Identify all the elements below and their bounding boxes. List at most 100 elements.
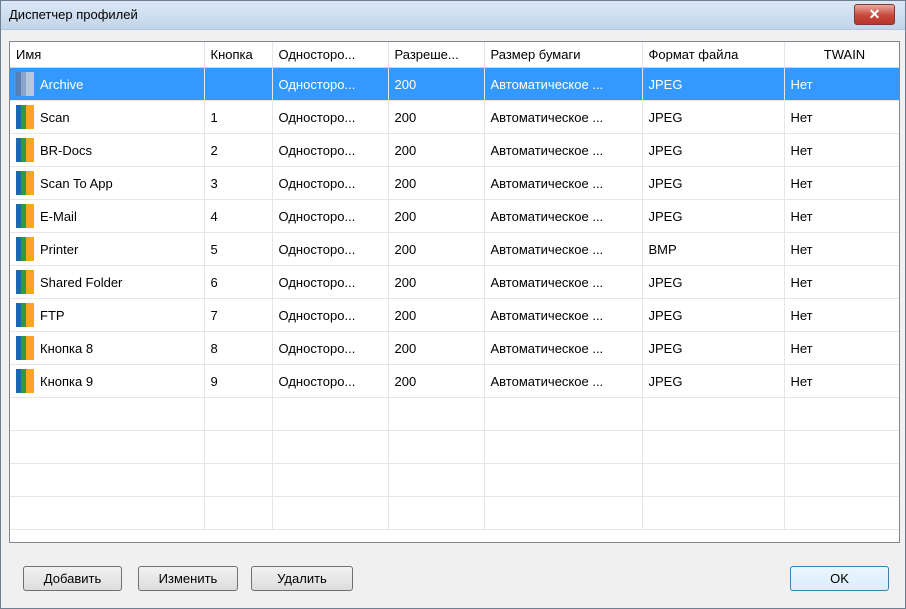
twain-cell: Нет — [784, 298, 899, 332]
twain-cell: Нет — [784, 331, 899, 365]
table-row[interactable]: Shared Folder 6 Одностoро... 200 Автоматичес… — [10, 265, 899, 299]
empty-cell — [204, 463, 273, 497]
button-number-cell: 5 — [204, 232, 273, 266]
sides-cell: Одностoро... — [272, 364, 389, 398]
twain-cell: Нет — [784, 232, 899, 266]
button-number-cell: 1 — [204, 100, 273, 134]
empty-cell — [784, 430, 899, 464]
sides-cell: Одностoро... — [272, 331, 389, 365]
paper-size-cell: Автоматическое ... — [484, 100, 643, 134]
table-row[interactable]: Archive Одностoро... 200 Автоматическое ...… — [10, 67, 899, 101]
profile-name-cell: E-Mail — [10, 199, 205, 233]
profile-icon — [16, 171, 34, 195]
twain-cell: Нет — [784, 133, 899, 167]
twain-cell: Нет — [784, 364, 899, 398]
button-number-cell: 4 — [204, 199, 273, 233]
paper-size-cell: Автоматическое ... — [484, 265, 643, 299]
empty-cell — [388, 430, 485, 464]
profile-list[interactable]: Имя Кнопка Одностoро... Разреше... Разме… — [9, 41, 900, 543]
empty-cell — [10, 496, 205, 530]
resolution-cell: 200 — [388, 100, 485, 134]
file-format-cell: JPEG — [642, 199, 785, 233]
profile-icon — [16, 204, 34, 228]
profile-name-cell: Кнопка 8 — [10, 331, 205, 365]
table-row[interactable]: Printer 5 Одностoро... 200 Автоматическое ..… — [10, 232, 899, 266]
add-button[interactable]: Добавить — [23, 566, 122, 591]
table-row[interactable]: Кнопка 8 8 Одностoро... 200 Автоматическое .… — [10, 331, 899, 365]
empty-cell — [204, 397, 273, 431]
empty-row — [10, 496, 899, 530]
table-row[interactable]: Кнопка 9 9 Одностoро... 200 Автоматическое .… — [10, 364, 899, 398]
profile-icon — [16, 303, 34, 327]
file-format-cell: JPEG — [642, 331, 785, 365]
twain-cell: Нет — [784, 100, 899, 134]
profile-name-label: FTP — [40, 307, 65, 323]
resolution-cell: 200 — [388, 67, 485, 101]
empty-cell — [642, 430, 785, 464]
empty-cell — [10, 397, 205, 431]
empty-cell — [784, 397, 899, 431]
empty-cell — [784, 496, 899, 530]
profile-name-label: Кнопка 9 — [40, 373, 94, 389]
profile-icon — [16, 369, 34, 393]
paper-size-cell: Автоматическое ... — [484, 232, 643, 266]
column-header-name[interactable]: Имя — [10, 42, 205, 68]
table-row[interactable]: FTP 7 Одностoро... 200 Автоматическое ... JPE… — [10, 298, 899, 332]
empty-cell — [204, 496, 273, 530]
sides-cell: Одностoро... — [272, 265, 389, 299]
empty-cell — [272, 463, 389, 497]
paper-size-cell: Автоматическое ... — [484, 67, 643, 101]
column-header-resolution[interactable]: Разреше... — [388, 42, 485, 68]
column-header-paper-size[interactable]: Размер бумаги — [484, 42, 643, 68]
empty-cell — [10, 463, 205, 497]
file-format-cell: JPEG — [642, 265, 785, 299]
resolution-cell: 200 — [388, 364, 485, 398]
button-number-cell — [204, 67, 273, 101]
delete-button[interactable]: Удалить — [251, 566, 353, 591]
column-header-twain[interactable]: TWAIN — [784, 42, 899, 68]
empty-row — [10, 397, 899, 431]
profile-name-label: Printer — [40, 241, 79, 257]
empty-cell — [484, 397, 643, 431]
button-number-cell: 3 — [204, 166, 273, 200]
resolution-cell: 200 — [388, 199, 485, 233]
button-number-cell: 2 — [204, 133, 273, 167]
profile-name-cell: Archive — [10, 67, 205, 101]
empty-row — [10, 463, 899, 497]
table-row[interactable]: Scan 1 Одностoро... 200 Автоматическое ... JP… — [10, 100, 899, 134]
table-row[interactable]: Scan To App 3 Одностoро... 200 Автоматическо… — [10, 166, 899, 200]
empty-cell — [388, 496, 485, 530]
column-header-sides[interactable]: Одностoро... — [272, 42, 389, 68]
empty-cell — [272, 496, 389, 530]
button-number-cell: 8 — [204, 331, 273, 365]
profile-name-label: Scan To App — [40, 175, 113, 191]
window-title: Диспетчер профилей — [9, 7, 138, 22]
sides-cell: Одностoро... — [272, 298, 389, 332]
file-format-cell: JPEG — [642, 298, 785, 332]
ok-button[interactable]: OK — [790, 566, 889, 591]
table-row[interactable]: BR-Docs 2 Одностoро... 200 Автоматическое ..… — [10, 133, 899, 167]
empty-cell — [272, 430, 389, 464]
paper-size-cell: Автоматическое ... — [484, 364, 643, 398]
empty-cell — [10, 430, 205, 464]
paper-size-cell: Автоматическое ... — [484, 133, 643, 167]
table-row[interactable]: E-Mail 4 Одностoро... 200 Автоматическое ...… — [10, 199, 899, 233]
close-button[interactable]: ✕ — [854, 4, 895, 25]
profile-name-label: E-Mail — [40, 208, 77, 224]
paper-size-cell: Автоматическое ... — [484, 199, 643, 233]
resolution-cell: 200 — [388, 265, 485, 299]
resolution-cell: 200 — [388, 232, 485, 266]
twain-cell: Нет — [784, 67, 899, 101]
profile-name-label: Shared Folder — [40, 274, 123, 290]
profile-name-label: Archive — [40, 76, 84, 92]
empty-cell — [784, 463, 899, 497]
profile-icon — [16, 138, 34, 162]
sides-cell: Одностoро... — [272, 67, 389, 101]
column-header-button[interactable]: Кнопка — [204, 42, 273, 68]
close-icon: ✕ — [868, 6, 881, 22]
column-header-file-format[interactable]: Формат файла — [642, 42, 785, 68]
paper-size-cell: Автоматическое ... — [484, 331, 643, 365]
sides-cell: Одностoро... — [272, 166, 389, 200]
sides-cell: Одностoро... — [272, 133, 389, 167]
edit-button[interactable]: Изменить — [138, 566, 238, 591]
